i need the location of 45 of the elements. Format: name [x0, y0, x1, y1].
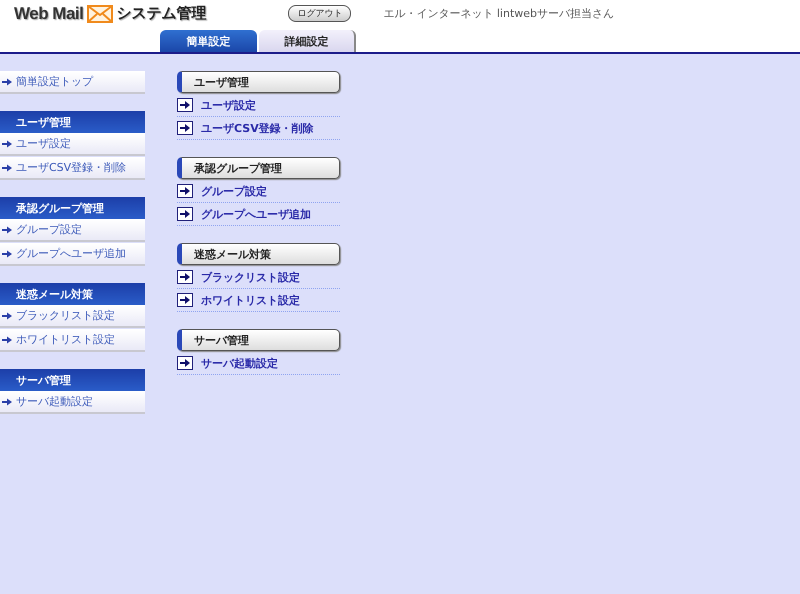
logout-button[interactable]: ログアウト	[288, 5, 352, 22]
sidebar-link[interactable]: ユーザ設定	[0, 133, 145, 156]
menu-link[interactable]: ユーザ設定	[177, 94, 340, 117]
menu-link[interactable]: ホワイトリスト設定	[177, 289, 340, 312]
sidebar-link[interactable]: グループ設定	[0, 219, 145, 242]
section-header: ユーザ管理	[177, 71, 340, 93]
sidebar-link[interactable]: ホワイトリスト設定	[0, 329, 145, 352]
sidebar-section-header: サーバ管理	[0, 369, 145, 391]
arrow-icon	[2, 78, 12, 86]
arrow-icon	[177, 98, 193, 112]
app-title: システム管理	[116, 4, 206, 23]
tab[interactable]: 詳細設定	[259, 30, 356, 52]
envelope-icon	[87, 4, 114, 22]
menu-link[interactable]: グループ設定	[177, 180, 340, 203]
sidebar-link[interactable]: グループへユーザ追加	[0, 243, 145, 266]
arrow-icon	[177, 121, 193, 135]
user-name: エル・インターネット lintwebサーバ担当さん	[383, 6, 614, 21]
section-header: サーバ管理	[177, 329, 340, 351]
arrow-icon	[2, 398, 12, 406]
menu-link[interactable]: ユーザCSV登録・削除	[177, 117, 340, 140]
arrow-icon	[2, 312, 12, 320]
tab[interactable]: 簡単設定	[160, 30, 257, 52]
arrow-icon	[2, 336, 12, 344]
arrow-icon	[177, 270, 193, 284]
section-header: 迷惑メール対策	[177, 243, 340, 265]
arrow-icon	[2, 226, 12, 234]
menu-link[interactable]: ブラックリスト設定	[177, 266, 340, 289]
arrow-icon	[2, 164, 12, 172]
menu-link[interactable]: グループへユーザ追加	[177, 203, 340, 226]
arrow-icon	[177, 293, 193, 307]
menu-link[interactable]: サーバ起動設定	[177, 352, 340, 375]
brand-logo: Web Mail	[14, 4, 84, 24]
sidebar-link[interactable]: ブラックリスト設定	[0, 305, 145, 328]
sidebar-link[interactable]: ユーザCSV登録・削除	[0, 157, 145, 180]
sidebar-section-header: 迷惑メール対策	[0, 283, 145, 305]
sidebar-section-header: 承認グループ管理	[0, 197, 145, 219]
section-header: 承認グループ管理	[177, 157, 340, 179]
arrow-icon	[2, 250, 12, 258]
arrow-icon	[2, 140, 12, 148]
arrow-icon	[177, 356, 193, 370]
sidebar-link[interactable]: サーバ起動設定	[0, 391, 145, 414]
arrow-icon	[177, 184, 193, 198]
sidebar-section-header: ユーザ管理	[0, 111, 145, 133]
arrow-icon	[177, 207, 193, 221]
sidebar-link[interactable]: 簡単設定トップ	[0, 71, 145, 94]
